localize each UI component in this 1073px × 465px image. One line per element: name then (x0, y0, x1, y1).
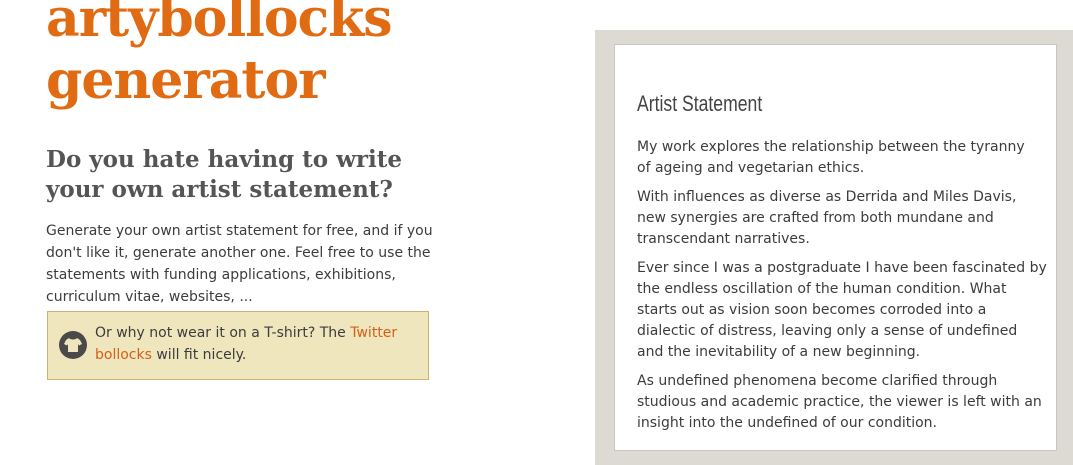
site-title-line-2: generator (46, 50, 326, 111)
statement-paragraph-line: of ageing and vegetarian ethics. (637, 160, 865, 176)
statement-paragraph-line: new synergies are crafted from both mund… (637, 210, 994, 226)
statement-paragraph-line: starts out as vision soon becomes corrod… (637, 302, 987, 318)
intro-line-1: Generate your own artist statement for f… (46, 223, 433, 239)
twitter-bollocks-link-part-2[interactable]: bollocks (95, 347, 152, 363)
statement-paragraph-line: transcendant narratives. (637, 231, 810, 247)
artist-statement-frame: Artist Statement My work explores the re… (595, 30, 1073, 465)
tshirt-text-after: will fit nicely. (151, 347, 247, 363)
statement-paragraph-line: and the inevitability of a new beginning… (637, 344, 921, 360)
intro-line-3: statements with funding applications, ex… (46, 267, 396, 283)
statement-paragraph-line: Ever since I was a postgraduate I have b… (637, 260, 1047, 276)
statement-paragraph-1: My work explores the relationship betwee… (637, 137, 1037, 179)
tagline-line-1: Do you hate having to write (46, 146, 403, 173)
t-shirt-icon (59, 331, 87, 359)
statement-paragraph-3: Ever since I was a postgraduate I have b… (637, 258, 1047, 363)
artist-statement-body: My work explores the relationship betwee… (637, 137, 1047, 442)
statement-paragraph-line: As undefined phenomena become clarified … (637, 373, 998, 389)
intro-line-2: don't like it, generate another one. Fee… (46, 245, 431, 261)
statement-paragraph-2: With influences as diverse as Derrida an… (637, 187, 1037, 250)
statement-paragraph-4: As undefined phenomena become clarified … (637, 371, 1042, 434)
statement-paragraph-line: With influences as diverse as Derrida an… (637, 189, 1017, 205)
tagline-heading: Do you hate having to write your own art… (46, 145, 466, 205)
intro-text: Generate your own artist statement for f… (46, 220, 436, 308)
statement-paragraph-line: the endless oscillation of the human con… (637, 281, 1007, 297)
tshirt-promo-text: Or why not wear it on a T-shirt? The Twi… (95, 322, 405, 366)
intro-line-4: curriculum vitae, websites, ... (46, 289, 253, 305)
site-title-line-1: artybollocks (46, 0, 393, 49)
artist-statement-heading: Artist Statement (637, 91, 763, 116)
twitter-bollocks-link-part-1[interactable]: Twitter (350, 325, 397, 341)
tshirt-text-before: Or why not wear it on a T-shirt? The (95, 325, 351, 341)
statement-paragraph-line: My work explores the relationship betwee… (637, 139, 1025, 155)
site-title: artybollocks generator (46, 0, 393, 112)
statement-paragraph-line: dialectic of distress, leaving only a se… (637, 323, 1018, 339)
statement-paragraph-line: insight into the undefined of our condit… (637, 415, 937, 431)
artist-statement-card: Artist Statement My work explores the re… (614, 44, 1057, 451)
tshirt-promo-box: Or why not wear it on a T-shirt? The Twi… (47, 311, 429, 380)
tagline-line-2: your own artist statement? (46, 176, 393, 203)
statement-paragraph-line: studious and academic practice, the view… (637, 394, 1042, 410)
